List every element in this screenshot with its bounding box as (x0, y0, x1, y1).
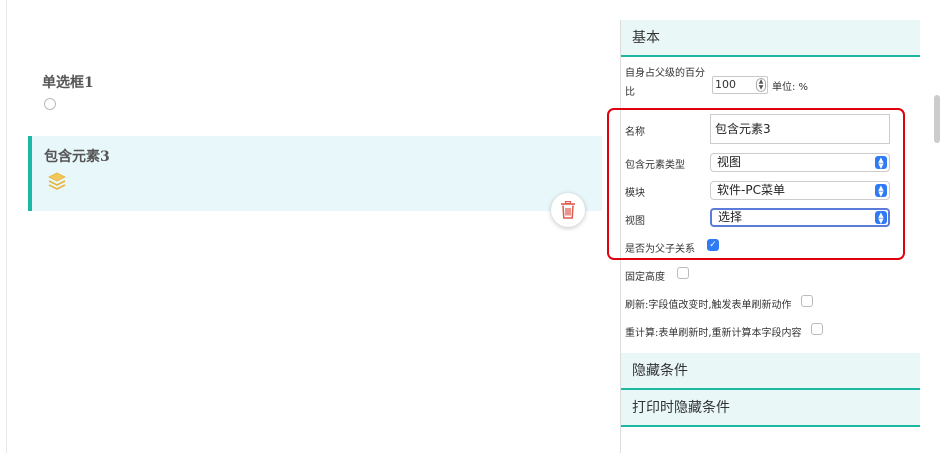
form-designer: 单选框1 包含元素3 基本 自身占父级的百分比 100 ▲ ▼ 单位: % 名称… (0, 0, 940, 453)
fixed-height-label: 固定高度 (625, 272, 665, 283)
trash-icon (561, 201, 575, 219)
refresh-checkbox[interactable] (801, 295, 813, 307)
stepper-icon[interactable]: ▲ ▼ (756, 78, 766, 92)
recalc-label: 重计算:表单刷新时,重新计算本字段内容 (625, 328, 802, 339)
layers-icon (48, 172, 66, 190)
highlight-box (607, 108, 905, 260)
section-print-hide-condition[interactable]: 打印时隐藏条件 (621, 390, 920, 427)
section-hide-condition[interactable]: 隐藏条件 (621, 353, 920, 390)
form-canvas: 单选框1 包含元素3 (6, 0, 602, 453)
percent-unit: 单位: % (772, 82, 809, 93)
scrollbar[interactable] (934, 95, 940, 143)
delete-field-button[interactable] (551, 193, 585, 227)
percent-label: 自身占父级的百分比 (625, 68, 705, 98)
percent-value: 100 (715, 78, 736, 91)
refresh-label: 刷新:字段值改变时,触发表单刷新动作 (625, 300, 792, 311)
include-field-label: 包含元素3 (44, 149, 110, 165)
radio-field-label: 单选框1 (42, 75, 94, 91)
recalc-checkbox[interactable] (811, 323, 823, 335)
radio-icon[interactable] (44, 98, 56, 110)
fixed-height-checkbox[interactable] (677, 267, 689, 279)
percent-input[interactable]: 100 ▲ ▼ (712, 76, 768, 94)
include-field-selected[interactable]: 包含元素3 (28, 136, 602, 227)
section-basic[interactable]: 基本 (621, 20, 920, 57)
